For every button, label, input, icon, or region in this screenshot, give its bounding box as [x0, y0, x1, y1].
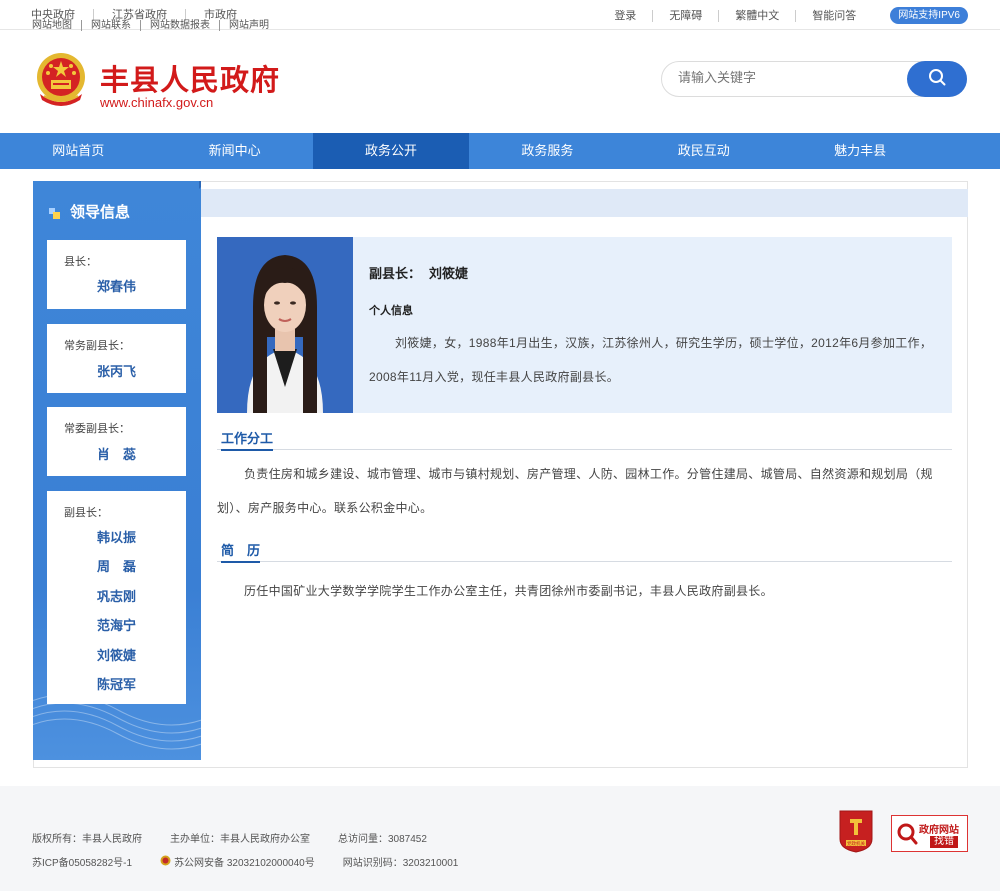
site-title: 丰县人民政府: [100, 63, 281, 97]
nav-news[interactable]: 新闻中心: [156, 133, 312, 169]
top-right-links: 登录 无障碍 繁體中文 智能问答 网站支持IPV6: [614, 7, 968, 24]
party-gov-badge-label: 党政机关: [847, 840, 865, 847]
party-gov-badge[interactable]: 党政机关: [838, 809, 874, 853]
data-report-link[interactable]: 网站数据报表: [150, 20, 220, 31]
leader-card-standing-deputy: 常委副县长： 肖 蕊: [47, 407, 186, 476]
footer-reg-row: 苏ICP备05058282号-1 苏公网安备 32032102000040号 网…: [32, 854, 486, 869]
footer-links: 网站地图 网站联系 网站数据报表 网站声明: [32, 20, 287, 31]
site-url: www.chinafx.gov.cn: [100, 95, 214, 110]
sponsor: 主办单位：丰县人民政府办公室: [170, 834, 310, 845]
leader-role: 常务副县长：: [64, 340, 130, 352]
leader-name-link[interactable]: 周 磊: [47, 557, 186, 586]
nav-charm-fengxian[interactable]: 魅力丰县: [782, 133, 938, 169]
police-badge-icon: [160, 855, 171, 869]
leader-name-link[interactable]: 刘筱婕: [47, 646, 186, 675]
sitemap-link[interactable]: 网站地图: [32, 20, 82, 31]
search-button[interactable]: [907, 61, 967, 97]
resume-text: 历任中国矿业大学数学学院学生工作办公室主任，共青团徐州市委副书记，丰县人民政府副…: [244, 584, 773, 598]
main-nav: 网站首页 新闻中心 政务公开 政务服务 政民互动 魅力丰县: [0, 133, 1000, 169]
sidebar: 领导信息 县长： 郑春伟 常务副县长： 张丙飞 常委副县长： 肖 蕊 副县长： …: [33, 181, 201, 760]
leader-name-link[interactable]: 范海宁: [47, 616, 186, 645]
leader-card-deputies: 副县长： 韩以振 周 磊 巩志刚 范海宁 刘筱婕 陈冠军: [47, 491, 186, 704]
search-box: [661, 61, 967, 97]
deputy-name-list: 韩以振 周 磊 巩志刚 范海宁 刘筱婕 陈冠军: [47, 528, 186, 704]
personal-info-heading: 个人信息: [369, 305, 413, 317]
icp-link[interactable]: 苏ICP备05058282号-1: [32, 854, 132, 869]
duty-text: 负责住房和城乡建设、城市管理、城市与镇村规划、房产管理、人防、园林工作。分管住建…: [217, 467, 933, 515]
leader-name-link[interactable]: 张丙飞: [47, 361, 186, 380]
statement-link[interactable]: 网站声明: [229, 20, 278, 31]
leader-name-link[interactable]: 韩以振: [47, 528, 186, 557]
badge2-line2: 找错: [930, 836, 958, 848]
nav-gov-services[interactable]: 政务服务: [469, 133, 625, 169]
search-input[interactable]: [678, 70, 898, 85]
sidebar-title-text: 领导信息: [70, 204, 131, 221]
ipv6-badge: 网站支持IPV6: [890, 7, 968, 24]
police-record-text: 苏公网安备 32032102000040号: [174, 858, 315, 869]
squares-icon: [49, 206, 60, 219]
login-link[interactable]: 登录: [614, 9, 654, 22]
leader-name-link[interactable]: 陈冠军: [47, 675, 186, 704]
leader-role: 县长：: [64, 256, 97, 268]
magnifier-icon: [896, 822, 918, 851]
resume-section-heading: 简 历: [217, 540, 952, 563]
leader-name-link[interactable]: 巩志刚: [47, 587, 186, 616]
nav-gov-affairs[interactable]: 政务公开: [312, 133, 470, 169]
police-record[interactable]: 苏公网安备 32032102000040号: [160, 854, 315, 869]
profile-name: 刘筱婕: [429, 266, 469, 281]
leader-photo: [217, 237, 353, 413]
search-icon: [928, 68, 946, 91]
gov-site-error-report-badge[interactable]: 政府网站 找错: [891, 815, 968, 852]
national-emblem-icon: [34, 52, 88, 108]
sidebar-title: 领导信息: [49, 201, 130, 222]
accessibility-link[interactable]: 无障碍: [653, 9, 720, 22]
leader-name-link[interactable]: 肖 蕊: [47, 444, 186, 463]
nav-interaction[interactable]: 政民互动: [626, 133, 782, 169]
leader-card-executive-deputy: 常务副县长： 张丙飞: [47, 324, 186, 393]
leader-name-link[interactable]: 郑春伟: [47, 276, 186, 295]
visit-count: 总访问量：3087452: [338, 834, 427, 845]
profile-position: 副县长：: [369, 266, 422, 281]
badge2-line1: 政府网站: [919, 825, 959, 836]
footer-info-row: 版权所有：丰县人民政府 主办单位：丰县人民政府办公室 总访问量：3087452: [32, 830, 455, 845]
leader-role: 副县长：: [64, 507, 108, 519]
duty-heading-text: 工作分工: [221, 428, 274, 451]
smart-qa-link[interactable]: 智能问答: [796, 10, 872, 22]
copyright: 版权所有：丰县人民政府: [32, 834, 142, 845]
leader-role: 常委副县长：: [64, 423, 130, 435]
contact-link[interactable]: 网站联系: [91, 20, 141, 31]
sidebar-corner: [199, 181, 201, 189]
site-id: 网站识别码：3203210001: [342, 858, 459, 869]
resume-heading-text: 简 历: [221, 540, 261, 563]
leader-card-county-head: 县长： 郑春伟: [47, 240, 186, 309]
nav-home[interactable]: 网站首页: [0, 133, 156, 169]
personal-info-text: 刘筱婕，女，1988年1月出生，汉族，江苏徐州人，研究生学历，硕士学位，2012…: [369, 336, 933, 384]
content-header-bar: [201, 189, 968, 217]
traditional-chinese-link[interactable]: 繁體中文: [719, 9, 797, 22]
duty-section-heading: 工作分工: [217, 428, 952, 451]
profile-title: 副县长： 刘筱婕: [369, 263, 468, 282]
